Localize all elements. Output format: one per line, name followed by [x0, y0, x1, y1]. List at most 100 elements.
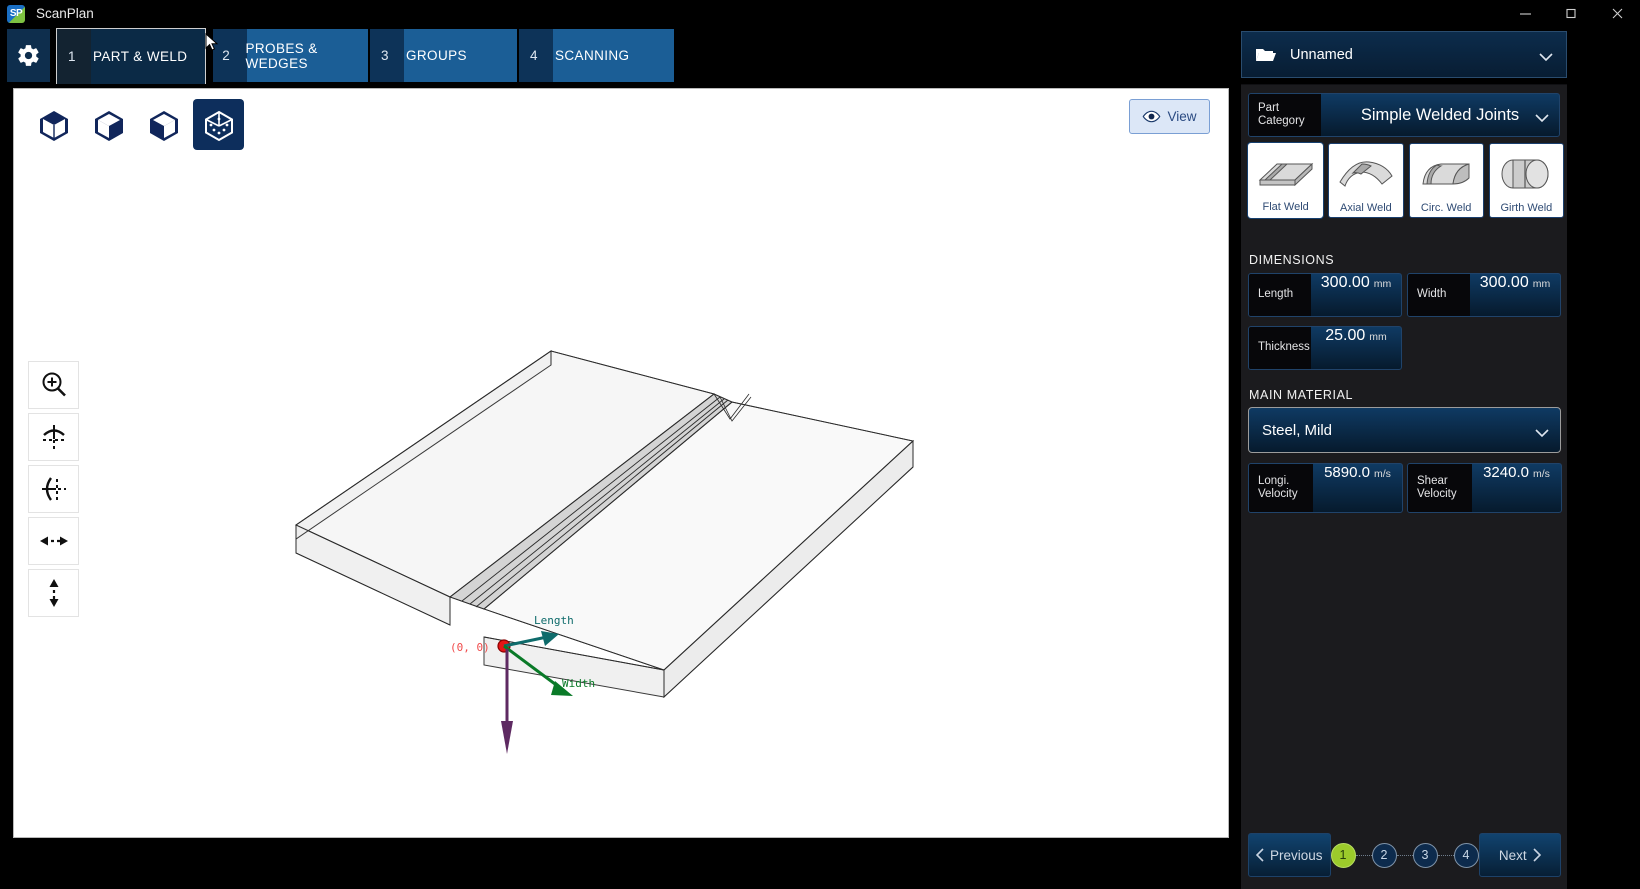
girth-weld-icon — [1495, 144, 1557, 202]
longitudinal-velocity-field[interactable]: Longi. Velocity 5890.0 m/s — [1248, 463, 1403, 513]
file-name: Unnamed — [1290, 47, 1353, 63]
thickness-field[interactable]: Thickness 25.00 mm — [1248, 326, 1402, 370]
tab-probes-and-wedges[interactable]: 2 PROBES & WEDGES — [213, 29, 368, 82]
step-dot-1[interactable]: 1 — [1331, 843, 1356, 868]
weld-type-label: Circ. Weld — [1421, 202, 1472, 214]
width-label: Width — [1408, 274, 1470, 316]
chevron-down-icon — [1535, 425, 1549, 442]
next-button[interactable]: Next — [1479, 833, 1562, 877]
origin-label: (0, 0) — [450, 641, 490, 654]
solid-front-cube-icon — [37, 108, 71, 142]
maximize-button[interactable] — [1548, 0, 1594, 27]
pan-vertical-button[interactable] — [28, 569, 79, 617]
tab-scanning[interactable]: 4 SCANNING — [519, 29, 674, 82]
view-mode-point-cloud-cube[interactable] — [193, 99, 244, 150]
longitudinal-velocity-value: 5890.0 — [1324, 464, 1370, 481]
rotate-horizontal-button[interactable] — [28, 465, 79, 513]
thickness-label: Thickness — [1249, 327, 1311, 369]
pan-horizontal-button[interactable] — [28, 517, 79, 565]
axis-label-width: Width — [562, 677, 595, 690]
view-button-label: View — [1167, 109, 1196, 124]
chevron-left-icon — [1256, 848, 1265, 862]
weld-type-label: Girth Weld — [1501, 202, 1553, 214]
file-selector[interactable]: Unnamed — [1241, 31, 1567, 78]
circumferential-weld-icon — [1415, 144, 1477, 202]
longitudinal-velocity-unit: m/s — [1374, 468, 1391, 480]
pan-horizontal-icon — [38, 531, 70, 551]
settings-button[interactable] — [7, 29, 50, 82]
main-material-heading: MAIN MATERIAL — [1249, 388, 1353, 402]
shear-label-line2: Velocity — [1417, 488, 1457, 500]
shaded-cube-icon — [147, 108, 181, 142]
minimize-button[interactable] — [1502, 0, 1548, 27]
maximize-icon — [1565, 7, 1578, 20]
step-connector — [1356, 855, 1372, 856]
weld-part-3d-model: Length Width (0, 0) — [14, 89, 1228, 837]
view-button[interactable]: View — [1129, 99, 1210, 134]
next-label: Next — [1499, 848, 1527, 863]
width-value: 300.00 — [1480, 274, 1529, 292]
axial-weld-icon — [1335, 144, 1397, 202]
longi-label-line1: Longi. — [1258, 475, 1289, 487]
length-value-group: 300.00 mm — [1311, 274, 1401, 316]
width-field[interactable]: Width 300.00 mm — [1407, 273, 1561, 317]
part-category-label: Part Category — [1249, 94, 1321, 136]
thickness-unit: mm — [1369, 331, 1387, 343]
part-category-label-line2: Category — [1258, 115, 1305, 127]
tab-part-and-weld[interactable]: 1 PART & WELD — [56, 28, 206, 84]
step-dot-3[interactable]: 3 — [1413, 843, 1438, 868]
title-bar: SP ScanPlan — [0, 0, 1640, 27]
rotate-horizontal-icon — [39, 474, 69, 504]
open-folder-icon — [1255, 46, 1277, 64]
3d-viewport[interactable]: Length Width (0, 0) — [13, 88, 1229, 838]
app-logo-icon: SP — [7, 5, 25, 23]
shear-velocity-unit: m/s — [1533, 468, 1550, 480]
tab-label: GROUPS — [400, 48, 467, 63]
previous-button[interactable]: Previous — [1248, 833, 1331, 877]
wireframe-cube-icon — [92, 108, 126, 142]
view-mode-solid-front-cube[interactable] — [28, 99, 79, 150]
weld-type-girth[interactable]: Girth Weld — [1489, 143, 1564, 218]
tab-number: 3 — [370, 48, 400, 63]
zoom-in-button[interactable] — [28, 361, 79, 409]
step-dot-4[interactable]: 4 — [1454, 843, 1479, 868]
material-selector[interactable]: Steel, Mild — [1248, 407, 1561, 453]
eye-icon — [1142, 110, 1161, 123]
thickness-value-group: 25.00 mm — [1311, 327, 1401, 369]
length-unit: mm — [1374, 278, 1392, 290]
part-category-value: Simple Welded Joints — [1321, 94, 1559, 136]
part-category-selector[interactable]: Part Category Simple Welded Joints — [1248, 93, 1560, 137]
weld-type-axial[interactable]: Axial Weld — [1328, 143, 1403, 218]
point-cloud-cube-icon — [202, 108, 236, 142]
shear-velocity-field[interactable]: Shear Velocity 3240.0 m/s — [1407, 463, 1562, 513]
weld-type-circumferential[interactable]: Circ. Weld — [1409, 143, 1484, 218]
tab-number: 1 — [57, 49, 87, 64]
wizard-navigation: Previous 1 2 3 4 Next — [1248, 833, 1561, 877]
viewport-tool-strip — [28, 361, 79, 617]
shear-velocity-value-group: 3240.0 m/s — [1472, 464, 1561, 512]
tab-groups[interactable]: 3 GROUPS — [370, 29, 517, 82]
rotate-vertical-icon — [39, 422, 69, 452]
close-button[interactable] — [1594, 0, 1640, 27]
length-field[interactable]: Length 300.00 mm — [1248, 273, 1402, 317]
view-mode-toolbar — [28, 99, 244, 150]
pan-vertical-icon — [44, 577, 64, 609]
step-dot-2[interactable]: 2 — [1372, 843, 1397, 868]
dimensions-heading: DIMENSIONS — [1249, 253, 1334, 267]
gear-icon — [16, 43, 41, 68]
tab-number: 4 — [519, 48, 549, 63]
view-mode-shaded-cube[interactable] — [138, 99, 189, 150]
application-window: SP ScanPlan 1 PART & WELD 2 PROBES & WED… — [0, 0, 1640, 889]
thickness-value: 25.00 — [1325, 327, 1365, 345]
rotate-vertical-button[interactable] — [28, 413, 79, 461]
view-mode-wireframe-cube[interactable] — [83, 99, 134, 150]
step-indicator: 1 2 3 4 — [1331, 843, 1479, 868]
material-value: Steel, Mild — [1262, 422, 1332, 439]
longitudinal-velocity-value-group: 5890.0 m/s — [1313, 464, 1402, 512]
tab-label: SCANNING — [549, 48, 629, 63]
longitudinal-velocity-label: Longi. Velocity — [1249, 464, 1313, 512]
weld-type-gallery: Flat Weld Axial Weld — [1248, 143, 1564, 218]
weld-type-flat[interactable]: Flat Weld — [1248, 143, 1323, 218]
length-axis-arrow — [504, 631, 559, 646]
zoom-in-icon — [39, 370, 69, 400]
